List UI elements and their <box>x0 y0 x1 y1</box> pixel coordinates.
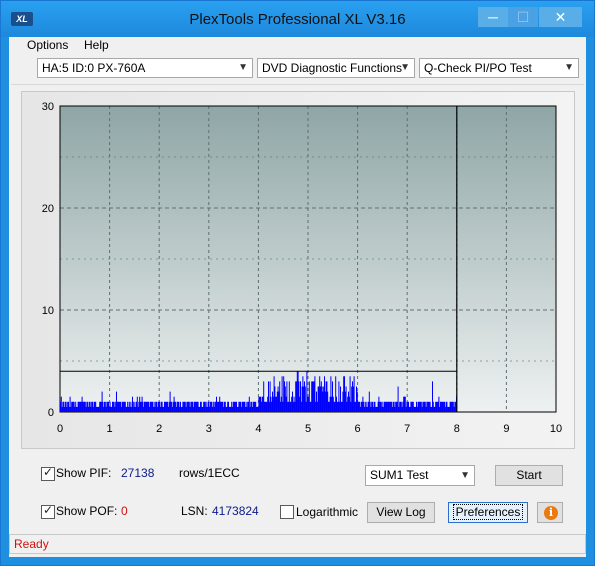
x-tick-label: 10 <box>550 423 562 435</box>
pif-value: 27138 <box>121 466 155 480</box>
pof-value: 0 <box>121 504 128 518</box>
x-tick-label: 4 <box>255 423 261 435</box>
chevron-down-icon: ▼ <box>460 470 470 481</box>
preferences-label: Preferences <box>452 504 524 520</box>
y-tick-label: 30 <box>42 101 54 113</box>
x-tick-label: 6 <box>355 423 361 435</box>
menu-options[interactable]: Options <box>27 38 68 52</box>
lsn-value: 4173824 <box>212 504 259 518</box>
test-select-value: Q-Check PI/PO Test <box>424 61 532 75</box>
logarithmic-checkbox[interactable] <box>280 505 294 519</box>
info-button[interactable]: i <box>537 502 563 523</box>
x-tick-label: 9 <box>503 423 509 435</box>
preferences-button[interactable]: Preferences <box>448 502 528 523</box>
y-tick-label: 0 <box>48 407 54 419</box>
test-mode-value: SUM1 Test <box>370 468 429 482</box>
chevron-down-icon: ▼ <box>400 62 410 73</box>
pif-unit: rows/1ECC <box>179 466 240 480</box>
title-bar[interactable]: XL PlexTools Professional XL V3.16 ─ ☐ ✕ <box>1 1 594 37</box>
start-button[interactable]: Start <box>495 465 563 486</box>
menu-help[interactable]: Help <box>84 38 109 52</box>
x-tick-label: 1 <box>107 423 113 435</box>
y-tick-label: 20 <box>42 203 54 215</box>
status-text: Ready <box>14 537 49 551</box>
controls-panel: Show PIF: 27138 rows/1ECC SUM1 Test ▼ St… <box>9 453 586 533</box>
test-select[interactable]: Q-Check PI/PO Test ▼ <box>419 58 579 78</box>
drive-select-value: HA:5 ID:0 PX-760A <box>42 61 146 75</box>
app-window: XL PlexTools Professional XL V3.16 ─ ☐ ✕… <box>0 0 595 566</box>
drive-select[interactable]: HA:5 ID:0 PX-760A ▼ <box>37 58 253 78</box>
status-bar: Ready <box>9 534 586 554</box>
show-pif-label: Show PIF: <box>56 466 112 480</box>
function-select-value: DVD Diagnostic Functions <box>262 61 403 75</box>
minimize-button[interactable]: ─ <box>478 7 508 27</box>
lsn-label: LSN: <box>181 504 208 518</box>
close-button[interactable]: ✕ <box>539 7 582 27</box>
chevron-down-icon: ▼ <box>238 62 248 73</box>
x-tick-label: 0 <box>57 423 63 435</box>
x-tick-label: 3 <box>206 423 212 435</box>
maximize-button[interactable]: ☐ <box>508 7 538 27</box>
logarithmic-label: Logarithmic <box>296 505 359 519</box>
chart-panel: 0 1 2 3 4 5 6 7 8 9 10 0 10 20 30 <box>21 91 575 449</box>
menu-bar: Options Help <box>9 37 586 54</box>
chevron-down-icon: ▼ <box>564 62 574 73</box>
view-log-button[interactable]: View Log <box>367 502 435 523</box>
show-pif-checkbox[interactable] <box>41 465 55 481</box>
x-tick-label: 8 <box>454 423 460 435</box>
x-tick-label: 5 <box>305 423 311 435</box>
client-area: Options Help HA:5 ID:0 PX-760A ▼ DVD Dia… <box>9 37 586 557</box>
x-tick-label: 7 <box>404 423 410 435</box>
x-tick-label: 2 <box>156 423 162 435</box>
toolbar: HA:5 ID:0 PX-760A ▼ DVD Diagnostic Funct… <box>11 56 584 85</box>
function-select[interactable]: DVD Diagnostic Functions ▼ <box>257 58 415 78</box>
test-mode-select[interactable]: SUM1 Test ▼ <box>365 465 475 486</box>
show-pof-label: Show POF: <box>56 504 118 518</box>
info-icon: i <box>544 506 558 520</box>
pi-chart: 0 1 2 3 4 5 6 7 8 9 10 0 10 20 30 <box>22 92 574 448</box>
y-tick-label: 10 <box>42 305 54 317</box>
show-pof-checkbox[interactable] <box>41 503 55 519</box>
